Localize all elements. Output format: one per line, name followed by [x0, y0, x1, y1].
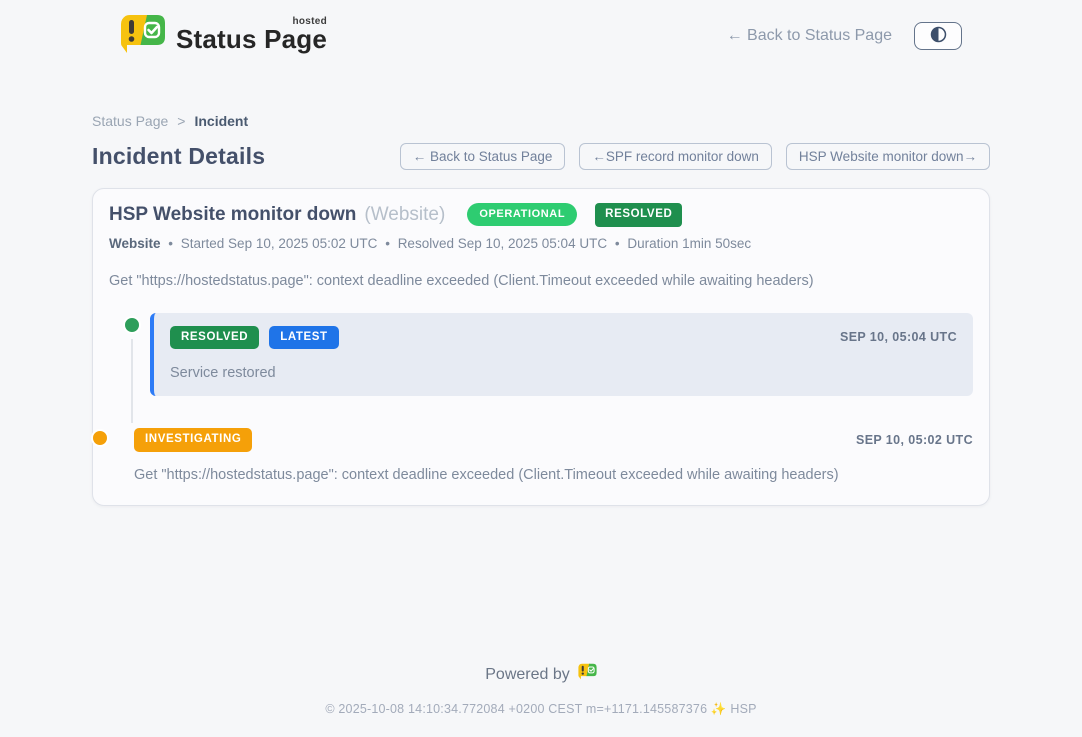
breadcrumb-incident: Incident — [194, 113, 248, 129]
logo-bubble-icon — [120, 14, 166, 61]
timeline-entry-resolved: RESOLVED LATEST SEP 10, 05:04 UTC Servic… — [150, 313, 973, 397]
timeline-dot-resolved — [123, 316, 141, 334]
page-title: Incident Details — [92, 143, 265, 170]
status-page-logo[interactable]: hosted Status Page — [120, 14, 327, 61]
timeline-message: Service restored — [170, 365, 957, 381]
incident-meta: Website • Started Sep 10, 2025 05:02 UTC… — [109, 236, 973, 251]
breadcrumb-status-page[interactable]: Status Page — [92, 113, 168, 129]
contrast-half-circle-icon — [930, 26, 947, 46]
meta-started: Started Sep 10, 2025 05:02 UTC — [181, 236, 378, 251]
meta-component: Website — [109, 236, 161, 251]
investigating-badge: INVESTIGATING — [134, 428, 252, 452]
theme-toggle-button[interactable] — [914, 22, 962, 50]
breadcrumb-separator: > — [177, 113, 185, 129]
resolved-state-badge: RESOLVED — [595, 203, 682, 227]
back-to-status-page-button[interactable]: ← Back to Status Page — [400, 143, 566, 170]
footer-logo-icon[interactable] — [578, 663, 597, 686]
next-incident-button[interactable]: HSP Website monitor down→ — [786, 143, 990, 170]
logo-hosted-label: hosted — [292, 16, 327, 27]
timeline-entry-investigating: INVESTIGATING SEP 10, 05:02 UTC Get "htt… — [134, 426, 973, 483]
meta-duration: Duration 1min 50sec — [627, 236, 751, 251]
incident-description: Get "https://hostedstatus.page": context… — [109, 273, 973, 289]
sparkles-icon: ✨ — [711, 702, 727, 716]
copyright-line: © 2025-10-08 14:10:34.772084 +0200 CEST … — [0, 702, 1082, 717]
logo-brand-label: Status Page — [176, 24, 327, 54]
breadcrumb: Status Page > Incident — [92, 113, 990, 129]
header: hosted Status Page ← Back to Status Page — [92, 0, 990, 61]
prev-incident-button[interactable]: ←SPF record monitor down — [579, 143, 772, 170]
timeline-connector-line — [131, 339, 133, 423]
latest-badge: LATEST — [269, 326, 338, 350]
timeline-timestamp: SEP 10, 05:04 UTC — [840, 330, 957, 344]
powered-by-label: Powered by — [485, 666, 570, 684]
footer: Powered by © 2025-10-08 14:10:34.772084 … — [0, 663, 1082, 737]
timeline-message: Get "https://hostedstatus.page": context… — [134, 467, 973, 483]
powered-by: Powered by — [485, 663, 597, 686]
timeline-dot-investigating — [91, 429, 109, 447]
incident-component-label: (Website) — [364, 204, 445, 226]
incident-title: HSP Website monitor down — [109, 204, 356, 226]
meta-resolved: Resolved Sep 10, 2025 05:04 UTC — [398, 236, 607, 251]
operational-status-badge: OPERATIONAL — [467, 203, 577, 226]
incident-timeline: RESOLVED LATEST SEP 10, 05:04 UTC Servic… — [109, 313, 973, 483]
header-back-link[interactable]: ← Back to Status Page — [727, 27, 892, 45]
resolved-badge: RESOLVED — [170, 326, 259, 350]
incident-card: HSP Website monitor down (Website) OPERA… — [92, 188, 990, 506]
incident-nav-buttons: ← Back to Status Page ←SPF record monito… — [400, 143, 990, 170]
timeline-timestamp: SEP 10, 05:02 UTC — [856, 433, 973, 447]
